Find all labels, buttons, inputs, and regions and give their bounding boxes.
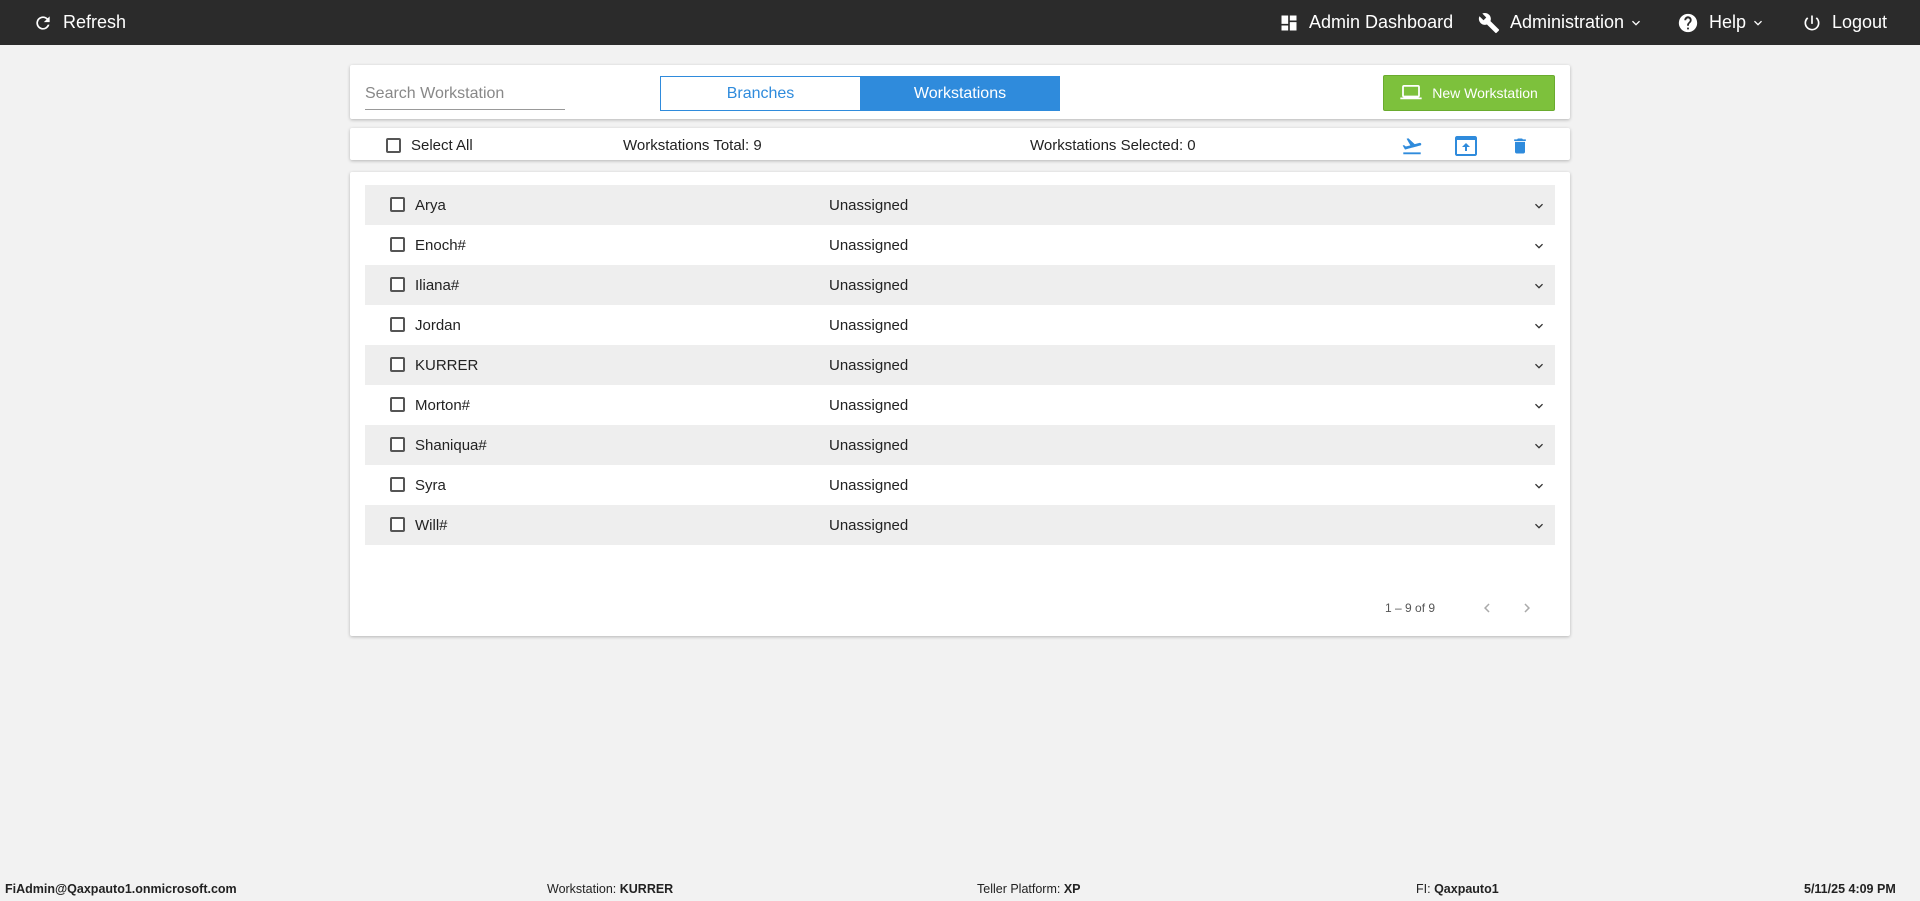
upload-icon[interactable] (1453, 134, 1479, 158)
footer-fi-label: FI: (1416, 882, 1431, 896)
workstation-name: Arya (415, 196, 446, 214)
administration-menu[interactable]: Administration (1478, 0, 1644, 45)
workstations-selected: Workstations Selected: 0 (1030, 136, 1196, 154)
chevron-left-icon[interactable] (1477, 598, 1497, 618)
row-checkbox[interactable] (390, 357, 405, 372)
select-all-checkbox[interactable] (386, 137, 401, 153)
table-row[interactable]: Syra Unassigned (365, 465, 1555, 505)
search-input[interactable] (365, 82, 565, 110)
table-row[interactable]: Enoch# Unassigned (365, 225, 1555, 265)
footer-platform: Teller Platform: XP (977, 882, 1081, 896)
table-row[interactable]: Shaniqua# Unassigned (365, 425, 1555, 465)
workstation-name: Shaniqua# (415, 436, 487, 454)
workstation-name: Syra (415, 476, 446, 494)
chevron-down-icon[interactable] (1531, 278, 1547, 294)
table-row[interactable]: Morton# Unassigned (365, 385, 1555, 425)
workstation-status: Unassigned (829, 436, 909, 454)
footer-fi: FI: Qaxpauto1 (1416, 882, 1499, 896)
footer-platform-value: XP (1063, 882, 1081, 896)
workstation-status: Unassigned (829, 516, 909, 534)
footer-workstation-label: Workstation: (547, 882, 617, 896)
workstation-name: Iliana# (415, 276, 460, 294)
help-icon (1677, 12, 1699, 34)
workstation-status: Unassigned (829, 476, 909, 494)
workstation-name: Enoch# (415, 236, 466, 254)
top-bar: Refresh Admin Dashboard Administration H… (0, 0, 1920, 45)
tab-branches[interactable]: Branches (660, 76, 861, 111)
chevron-down-icon[interactable] (1531, 478, 1547, 494)
logout-label: Logout (1832, 12, 1888, 32)
laptop-icon (1400, 85, 1422, 100)
wrench-icon (1478, 12, 1500, 34)
chevron-down-icon (1628, 15, 1644, 31)
admin-dashboard-label: Admin Dashboard (1309, 12, 1454, 32)
new-workstation-label: New Workstation (1432, 85, 1538, 101)
logout-button[interactable]: Logout (1802, 0, 1887, 45)
chevron-down-icon[interactable] (1531, 518, 1547, 534)
admin-dashboard-link[interactable]: Admin Dashboard (1279, 0, 1453, 45)
workstation-status: Unassigned (829, 236, 909, 254)
row-checkbox[interactable] (390, 397, 405, 412)
plane-icon[interactable] (1399, 134, 1425, 158)
row-checkbox[interactable] (390, 517, 405, 532)
table-row[interactable]: Iliana# Unassigned (365, 265, 1555, 305)
refresh-icon (33, 13, 53, 33)
trash-icon[interactable] (1507, 134, 1533, 158)
refresh-label: Refresh (63, 12, 127, 32)
power-icon (1802, 13, 1822, 33)
chevron-down-icon[interactable] (1531, 398, 1547, 414)
workstation-name: Will# (415, 516, 448, 534)
help-label: Help (1709, 12, 1747, 32)
workstation-name: Morton# (415, 396, 471, 414)
footer-platform-label: Teller Platform: (977, 882, 1061, 896)
footer-datetime: 5/11/25 4:09 PM (1804, 882, 1896, 896)
administration-label: Administration (1510, 12, 1625, 32)
chevron-down-icon[interactable] (1531, 198, 1547, 214)
chevron-right-icon[interactable] (1517, 598, 1537, 618)
table-row[interactable]: Arya Unassigned (365, 185, 1555, 225)
workstation-status: Unassigned (829, 196, 909, 214)
tab-workstations[interactable]: Workstations (860, 76, 1060, 111)
help-menu[interactable]: Help (1677, 0, 1766, 45)
workstation-status: Unassigned (829, 316, 909, 334)
footer-workstation-value: KURRER (619, 882, 674, 896)
workstation-name: KURRER (415, 356, 479, 374)
status-footer: FiAdmin@Qaxpauto1.onmicrosoft.com Workst… (0, 876, 1920, 901)
row-checkbox[interactable] (390, 437, 405, 452)
table-row[interactable]: KURRER Unassigned (365, 345, 1555, 385)
refresh-button[interactable]: Refresh (33, 0, 126, 45)
workstation-status: Unassigned (829, 276, 909, 294)
row-checkbox[interactable] (390, 197, 405, 212)
footer-user: FiAdmin@Qaxpauto1.onmicrosoft.com (5, 882, 237, 896)
row-checkbox[interactable] (390, 477, 405, 492)
workstation-name: Jordan (415, 316, 461, 334)
row-checkbox[interactable] (390, 237, 405, 252)
table-row[interactable]: Jordan Unassigned (365, 305, 1555, 345)
footer-workstation: Workstation: KURRER (547, 882, 673, 896)
chevron-down-icon (1750, 15, 1766, 31)
workstation-status: Unassigned (829, 356, 909, 374)
row-checkbox[interactable] (390, 317, 405, 332)
chevron-down-icon[interactable] (1531, 438, 1547, 454)
select-all-label: Select All (411, 136, 473, 154)
chevron-down-icon[interactable] (1531, 358, 1547, 374)
table-row[interactable]: Will# Unassigned (365, 505, 1555, 545)
select-all[interactable]: Select All (386, 136, 473, 154)
pager-range: 1 – 9 of 9 (1385, 601, 1436, 615)
dashboard-icon (1279, 13, 1299, 33)
chevron-down-icon[interactable] (1531, 238, 1547, 254)
workstation-status: Unassigned (829, 396, 909, 414)
new-workstation-button[interactable]: New Workstation (1383, 75, 1555, 111)
workstations-total: Workstations Total: 9 (623, 136, 762, 154)
footer-fi-value: Qaxpauto1 (1434, 882, 1499, 896)
chevron-down-icon[interactable] (1531, 318, 1547, 334)
toolbar-card (350, 128, 1570, 160)
row-checkbox[interactable] (390, 277, 405, 292)
